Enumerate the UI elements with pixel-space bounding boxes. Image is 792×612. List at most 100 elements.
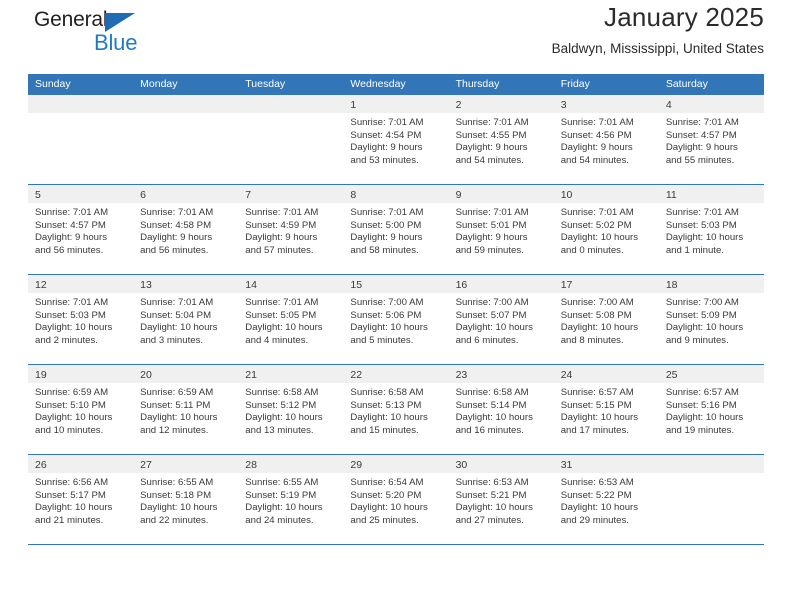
- daylight-text: and 24 minutes.: [245, 514, 314, 526]
- day-number: 25: [665, 369, 678, 381]
- daylight-text: and 29 minutes.: [560, 514, 629, 526]
- calendar-day-cell-empty[interactable]: [133, 95, 239, 184]
- day-details: Sunrise: 7:01 AM Sunset: 4:56 PM Daylight:…: [554, 113, 659, 167]
- day-number: 24: [560, 369, 573, 381]
- calendar-day-cell[interactable]: 29 Sunrise: 6:54 AM Sunset: 5:20 PM Dayligh…: [343, 455, 449, 544]
- sunset-text: Sunset: 5:17 PM: [35, 489, 106, 501]
- daylight-text: and 25 minutes.: [350, 514, 419, 526]
- day-number: 20: [140, 369, 152, 381]
- day-details: Sunrise: 7:01 AM Sunset: 4:57 PM Daylight:…: [28, 203, 133, 257]
- sunset-text: Sunset: 5:05 PM: [245, 309, 317, 321]
- calendar-day-cell[interactable]: 26 Sunrise: 6:56 AM Sunset: 5:17 PM Dayligh…: [28, 455, 134, 544]
- daylight-text: and 1 minute.: [665, 244, 724, 256]
- calendar-day-cell[interactable]: 31 Sunrise: 6:53 AM Sunset: 5:22 PM Dayligh…: [553, 455, 659, 544]
- day-details: Sunrise: 6:55 AM Sunset: 5:19 PM Daylight:…: [238, 473, 343, 527]
- day-number: 5: [35, 189, 41, 201]
- daylight-text: and 4 minutes.: [245, 334, 309, 346]
- calendar-day-cell[interactable]: 8 Sunrise: 7:01 AM Sunset: 5:00 PM Daylight…: [343, 185, 449, 274]
- day-details: Sunrise: 6:58 AM Sunset: 5:13 PM Daylight:…: [343, 383, 448, 437]
- calendar-day-cell[interactable]: 16 Sunrise: 7:00 AM Sunset: 5:07 PM Dayligh…: [448, 275, 554, 364]
- daylight-text: and 15 minutes.: [350, 424, 419, 436]
- calendar-day-cell[interactable]: 12 Sunrise: 7:01 AM Sunset: 5:03 PM Dayligh…: [28, 275, 134, 364]
- daylight-text: and 21 minutes.: [35, 514, 104, 526]
- daylight-text: and 5 minutes.: [350, 334, 414, 346]
- calendar-grid: Sunday Monday Tuesday Wednesday Thursday Frid…: [28, 74, 764, 545]
- calendar-day-cell[interactable]: 2 Sunrise: 7:01 AM Sunset: 4:55 PM Daylight…: [448, 95, 554, 184]
- calendar-day-cell[interactable]: 23 Sunrise: 6:58 AM Sunset: 5:14 PM Dayligh…: [448, 365, 554, 454]
- sunset-text: Sunset: 5:07 PM: [455, 309, 527, 321]
- calendar-day-cell-empty[interactable]: [658, 455, 764, 544]
- calendar-day-cell-empty[interactable]: [238, 95, 344, 184]
- day-details: Sunrise: 6:57 AM Sunset: 5:16 PM Daylight:…: [659, 383, 764, 437]
- sunset-text: Sunset: 5:12 PM: [245, 399, 317, 411]
- sunrise-text: Sunrise: 6:55 AM: [140, 477, 214, 488]
- calendar-day-cell[interactable]: 21 Sunrise: 6:58 AM Sunset: 5:12 PM Dayligh…: [238, 365, 344, 454]
- daylight-text: and 54 minutes.: [560, 154, 629, 166]
- calendar-day-cell[interactable]: 20 Sunrise: 6:59 AM Sunset: 5:11 PM Dayligh…: [133, 365, 239, 454]
- calendar-day-cell[interactable]: 5 Sunrise: 7:01 AM Sunset: 4:57 PM Daylight…: [28, 185, 134, 274]
- calendar-day-cell[interactable]: 17 Sunrise: 7:00 AM Sunset: 5:08 PM Dayligh…: [553, 275, 659, 364]
- day-number-banner: 7: [238, 185, 344, 203]
- calendar-day-cell[interactable]: 7 Sunrise: 7:01 AM Sunset: 4:59 PM Daylight…: [238, 185, 344, 274]
- sunrise-text: Sunrise: 6:55 AM: [245, 477, 319, 488]
- calendar-day-cell[interactable]: 3 Sunrise: 7:01 AM Sunset: 4:56 PM Daylight…: [553, 95, 659, 184]
- day-number-banner: 5: [28, 185, 134, 203]
- calendar-day-cell[interactable]: 19 Sunrise: 6:59 AM Sunset: 5:10 PM Dayligh…: [28, 365, 134, 454]
- sunrise-text: Sunrise: 6:58 AM: [455, 387, 529, 398]
- calendar-day-cell[interactable]: 6 Sunrise: 7:01 AM Sunset: 4:58 PM Daylight…: [133, 185, 239, 274]
- daylight-text: and 59 minutes.: [455, 244, 524, 256]
- daylight-text: Daylight: 9 hours: [665, 142, 738, 154]
- day-number-banner: 9: [448, 185, 554, 203]
- calendar-day-cell[interactable]: 25 Sunrise: 6:57 AM Sunset: 5:16 PM Dayligh…: [658, 365, 764, 454]
- daylight-text: Daylight: 10 hours: [560, 232, 639, 244]
- weekday-header-saturday: Saturday: [665, 78, 708, 90]
- day-number: 10: [560, 189, 573, 201]
- day-number-banner: 10: [553, 185, 659, 203]
- day-number-banner: 13: [133, 275, 239, 293]
- sunrise-text: Sunrise: 7:01 AM: [245, 207, 319, 218]
- sunset-text: Sunset: 4:59 PM: [245, 219, 317, 231]
- daylight-text: Daylight: 9 hours: [350, 232, 423, 244]
- day-number-banner: 28: [238, 455, 344, 473]
- calendar-day-cell[interactable]: 4 Sunrise: 7:01 AM Sunset: 4:57 PM Daylight…: [658, 95, 764, 184]
- calendar-day-cell[interactable]: 22 Sunrise: 6:58 AM Sunset: 5:13 PM Dayligh…: [343, 365, 449, 454]
- calendar-day-cell[interactable]: 27 Sunrise: 6:55 AM Sunset: 5:18 PM Dayligh…: [133, 455, 239, 544]
- sunset-text: Sunset: 4:57 PM: [665, 129, 737, 141]
- calendar-day-cell[interactable]: 13 Sunrise: 7:01 AM Sunset: 5:04 PM Dayligh…: [133, 275, 239, 364]
- calendar-day-cell[interactable]: 24 Sunrise: 6:57 AM Sunset: 5:15 PM Dayligh…: [553, 365, 659, 454]
- weekday-header-monday: Monday: [140, 78, 178, 90]
- sunset-text: Sunset: 4:57 PM: [35, 219, 106, 231]
- day-number: 15: [350, 279, 363, 291]
- daylight-text: Daylight: 10 hours: [350, 502, 428, 514]
- day-number: 26: [35, 459, 47, 471]
- calendar-day-cell[interactable]: 14 Sunrise: 7:01 AM Sunset: 5:05 PM Dayligh…: [238, 275, 344, 364]
- day-number-banner: 11: [658, 185, 764, 203]
- sunrise-text: Sunrise: 6:59 AM: [35, 387, 109, 398]
- daylight-text: Daylight: 10 hours: [245, 502, 323, 514]
- daylight-text: Daylight: 10 hours: [560, 322, 639, 334]
- day-details: Sunrise: 6:59 AM Sunset: 5:11 PM Daylight:…: [133, 383, 238, 437]
- day-details: Sunrise: 6:53 AM Sunset: 5:22 PM Daylight:…: [554, 473, 659, 527]
- day-number: 31: [560, 459, 573, 471]
- day-details: Sunrise: 7:01 AM Sunset: 5:04 PM Daylight:…: [133, 293, 238, 347]
- calendar-day-cell[interactable]: 11 Sunrise: 7:01 AM Sunset: 5:03 PM Dayligh…: [658, 185, 764, 274]
- daylight-text: Daylight: 10 hours: [140, 412, 218, 424]
- calendar-day-cell[interactable]: 1 Sunrise: 7:01 AM Sunset: 4:54 PM Daylight…: [343, 95, 449, 184]
- calendar-day-cell[interactable]: 15 Sunrise: 7:00 AM Sunset: 5:06 PM Dayligh…: [343, 275, 449, 364]
- day-number-banner: 16: [448, 275, 554, 293]
- day-number-banner: 1: [343, 95, 449, 113]
- page-title: January 2025: [604, 2, 764, 32]
- daylight-text: and 57 minutes.: [245, 244, 314, 256]
- calendar-day-cell[interactable]: 18 Sunrise: 7:00 AM Sunset: 5:09 PM Dayligh…: [658, 275, 764, 364]
- daylight-text: and 10 minutes.: [35, 424, 104, 436]
- calendar-day-cell[interactable]: 9 Sunrise: 7:01 AM Sunset: 5:01 PM Daylight…: [448, 185, 554, 274]
- daylight-text: Daylight: 10 hours: [35, 322, 113, 334]
- calendar-week-row: 1 Sunrise: 7:01 AM Sunset: 4:54 PM Daylight…: [28, 95, 764, 185]
- calendar-day-cell[interactable]: 10 Sunrise: 7:01 AM Sunset: 5:02 PM Dayligh…: [553, 185, 659, 274]
- calendar-day-cell[interactable]: 28 Sunrise: 6:55 AM Sunset: 5:19 PM Dayligh…: [238, 455, 344, 544]
- calendar-day-cell-empty[interactable]: [28, 95, 134, 184]
- sunset-text: Sunset: 5:19 PM: [245, 489, 317, 501]
- daylight-text: Daylight: 9 hours: [35, 232, 107, 244]
- calendar-day-cell[interactable]: 30 Sunrise: 6:53 AM Sunset: 5:21 PM Dayligh…: [448, 455, 554, 544]
- daylight-text: Daylight: 10 hours: [350, 412, 428, 424]
